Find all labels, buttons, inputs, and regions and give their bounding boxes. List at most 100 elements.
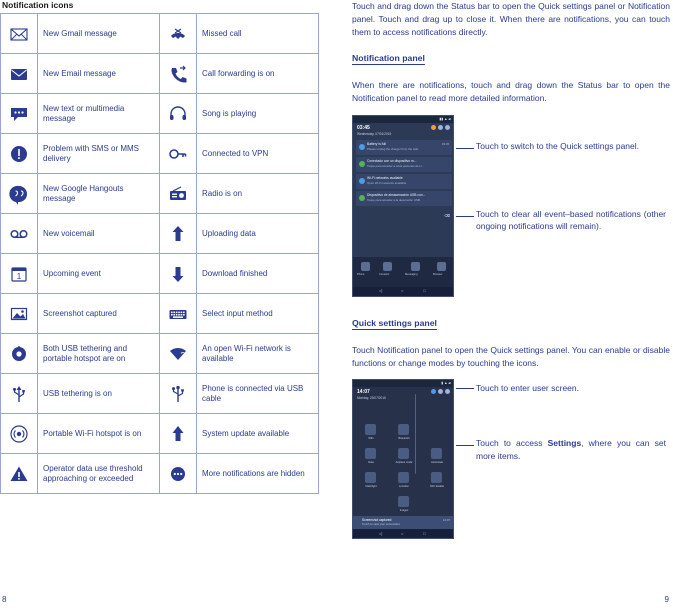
table-body: New Gmail message Missed call New Email … — [0, 13, 319, 494]
icon-label: Screenshot captured — [37, 293, 160, 334]
settings-gear-icon[interactable] — [438, 124, 443, 130]
tile-label: Images — [399, 509, 409, 513]
notification-item[interactable]: Wi-Fi networks available Open Wi-Fi netw… — [356, 173, 452, 189]
intro-paragraph: Touch and drag down the Status bar to op… — [352, 1, 670, 37]
tile-label: NFC Enable — [429, 485, 445, 489]
notification-title: Wi-Fi networks available — [367, 175, 403, 180]
icon-label: Radio is on — [196, 173, 319, 214]
table-row: Operator data use threshold approaching … — [0, 453, 319, 494]
warning-circle-icon — [0, 133, 38, 174]
notification-subtitle: Toque para acceder a otras opciones de U… — [367, 163, 424, 168]
notification-subtitle: Open Wi-Fi networks available — [367, 180, 407, 185]
callout-leader-line — [456, 147, 474, 149]
phone-nav-bar: ◁ ○ □ — [353, 286, 453, 296]
recents-icon[interactable]: □ — [423, 288, 425, 293]
table-row: New Gmail message Missed call — [0, 13, 319, 54]
callout-quick-settings-switch: Touch to switch to the Quick settings pa… — [476, 140, 640, 151]
table-row: Problem with SMS or MMS delivery Connect… — [0, 133, 319, 174]
callout-user-screen: Touch to enter user screen. — [476, 383, 580, 394]
calendar-event-icon: 1 — [0, 253, 38, 294]
tile-label: WiFi — [368, 437, 374, 441]
dock-label: Browser — [433, 272, 443, 276]
table-row: Both USB tethering and portable hotspot … — [0, 333, 319, 374]
hangouts-icon — [0, 173, 38, 214]
dock-icon-browser[interactable] — [437, 261, 446, 271]
notification-subtitle: Toque para acceder a la depuración USB. — [367, 197, 421, 202]
recents-icon[interactable]: □ — [423, 531, 425, 536]
tile-icon-nfc[interactable] — [431, 472, 442, 484]
table-row: 1 Upcoming event Download finished — [0, 253, 319, 294]
phone-nav-bar: ◁ ○ □ — [353, 529, 453, 539]
icon-label: New voicemail — [37, 213, 160, 254]
usb-icon — [0, 373, 38, 414]
icon-label: An open Wi-Fi network is available — [196, 333, 319, 374]
tile-icon-flashlight[interactable] — [365, 472, 376, 484]
tile-icon-bluetooth[interactable] — [398, 424, 409, 436]
icon-label: More notifications are hidden — [196, 453, 319, 494]
signal-icon — [431, 389, 436, 395]
notification-item[interactable]: Dispositivo de almacenación USB con... T… — [356, 190, 452, 206]
screenshot-notification[interactable]: Screenshot captured Touch to view your s… — [353, 516, 453, 530]
notification-panel-figure: ▮▮ ▲ ▰ 03:45 Wednesday, 07/01/2015 Batte… — [352, 114, 670, 307]
usb-cable-icon — [159, 373, 197, 414]
icon-label: Problem with SMS or MMS delivery — [37, 133, 160, 174]
callout-settings-access: Touch to access Settings, where you can … — [476, 437, 666, 462]
brightness-icon[interactable] — [431, 124, 436, 130]
notification-panel-heading-wrap: Notification panel — [352, 48, 670, 72]
settings-gear-icon[interactable] — [438, 389, 443, 395]
screenshot-title: Screenshot captured — [362, 517, 392, 522]
quick-settings-body: Touch Notification panel to open the Qui… — [352, 344, 670, 368]
tile-icon-autorotate[interactable] — [431, 448, 442, 460]
icon-label: New Google Hangouts message — [37, 173, 160, 214]
tile-icon-images[interactable] — [398, 496, 409, 508]
upload-arrow-icon — [159, 213, 197, 254]
back-icon[interactable]: ◁ — [379, 288, 382, 293]
user-avatar-icon[interactable] — [445, 389, 450, 395]
message-bubble-icon — [0, 93, 38, 134]
callout-leader-line — [456, 388, 474, 390]
panel-time: 03:45 — [357, 124, 370, 131]
status-bar-icons: ▮ ▲ ▰ — [441, 381, 451, 386]
icon-label: Upcoming event — [37, 253, 160, 294]
dock-label: Phone — [357, 272, 365, 276]
table-row: Screenshot captured Select input method — [0, 293, 319, 334]
icon-label: New text or multimedia message — [37, 93, 160, 134]
headphones-icon — [159, 93, 197, 134]
home-icon[interactable]: ○ — [401, 531, 403, 536]
tile-icon-data[interactable] — [365, 448, 376, 460]
quick-settings-shortcut[interactable] — [431, 124, 450, 130]
tile-label: Flashlight — [365, 485, 377, 489]
usb-tethering-hotspot-icon — [0, 333, 38, 374]
user-avatar-icon[interactable] — [445, 124, 450, 130]
tile-icon-airplane[interactable] — [398, 448, 409, 460]
tile-icon-location[interactable] — [398, 472, 409, 484]
notification-icons-table: New Gmail message Missed call New Email … — [0, 13, 319, 494]
screenshot-time: 14:07 — [443, 517, 450, 522]
table-row: New text or multimedia message Song is p… — [0, 93, 319, 134]
icon-label: Missed call — [196, 13, 319, 54]
clear-all-notifications-button[interactable]: ⌫ — [444, 213, 450, 218]
dock-icon-phone[interactable] — [361, 261, 370, 271]
notification-panel-heading: Notification panel — [352, 53, 425, 66]
dock-icon-contacts[interactable] — [383, 261, 392, 271]
missed-call-icon — [159, 13, 197, 54]
quick-settings-figure: ▮ ▲ ▰ 14:07 Monday, 23/07/2015 WiFi Blue… — [352, 379, 670, 549]
table-row: USB tethering is on Phone is connected v… — [0, 373, 319, 414]
notification-panel-body: When there are notifications, touch and … — [352, 80, 670, 103]
notification-item[interactable]: Battery is full Please unplug the charge… — [356, 139, 452, 155]
tile-icon-wifi[interactable] — [365, 424, 376, 436]
quick-settings-header-icons[interactable] — [431, 389, 450, 395]
icon-label: Download finished — [196, 253, 319, 294]
voicemail-icon — [0, 213, 38, 254]
wifi-question-icon: ? — [159, 333, 197, 374]
dock-icon-messaging[interactable] — [411, 261, 420, 271]
notification-item[interactable]: Conectado con un dispositivo m... Toque … — [356, 156, 452, 172]
dock-label: Messaging — [405, 272, 418, 276]
more-dots-icon — [159, 453, 197, 494]
hotspot-icon — [0, 413, 38, 454]
callout-text-pre: Touch to access — [476, 438, 548, 449]
home-icon[interactable]: ○ — [401, 288, 403, 293]
back-icon[interactable]: ◁ — [379, 531, 382, 536]
notification-title: Conectado con un dispositivo m... — [367, 158, 417, 163]
notification-title: Dispositivo de almacenación USB con... — [367, 192, 426, 197]
